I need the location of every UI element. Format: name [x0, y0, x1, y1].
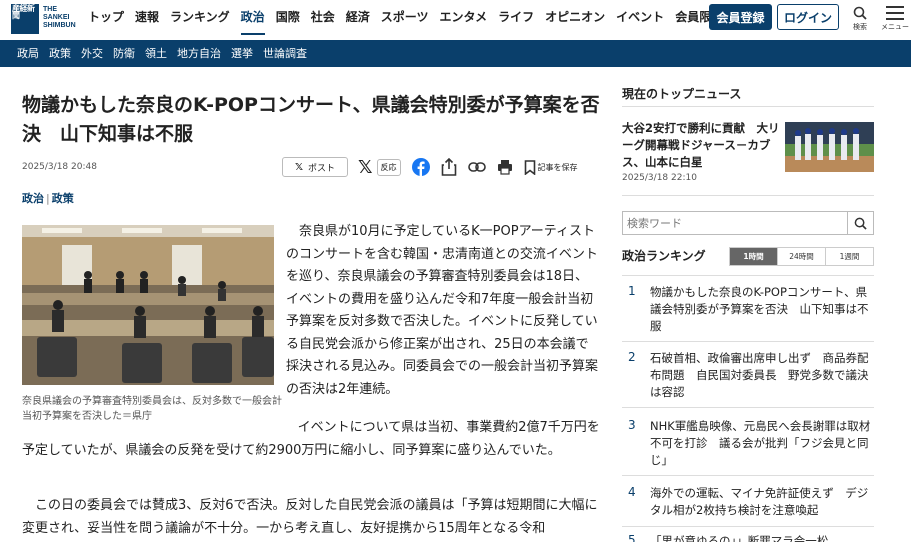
menu-label: メニュー: [881, 23, 909, 31]
subnav-item[interactable]: 世論調査: [263, 45, 307, 61]
rank-number: 2: [628, 350, 636, 364]
article-date: 2025/3/18 20:48: [22, 162, 97, 172]
site-logo[interactable]: 産経新聞 THE SANKEI SHIMBUN: [11, 4, 76, 34]
rank-title: 「男が意ゆるの」」断罪マラ会一松: [650, 534, 829, 542]
logo-kanji: 産経新聞: [11, 4, 39, 34]
nav-item-opinion[interactable]: オピニオン: [545, 8, 605, 35]
print-button[interactable]: [497, 159, 513, 175]
site-search: [622, 211, 874, 235]
save-article-button[interactable]: 記事を保存: [524, 159, 578, 175]
divider: [622, 407, 874, 408]
subnav-item[interactable]: 外交: [81, 45, 103, 61]
logo-text: THE SANKEI SHIMBUN: [43, 6, 76, 29]
divider: [622, 526, 874, 527]
divider: [622, 475, 874, 476]
article-tags: 政治 | 政策: [22, 190, 74, 206]
share-bar: 𝕏 ポスト 𝕏 反応 記事を保存: [282, 156, 578, 178]
copy-link-button[interactable]: [467, 161, 486, 173]
nav-item-events[interactable]: イベント: [616, 8, 664, 35]
tab-24-hours[interactable]: 24時間: [778, 248, 826, 265]
share-icon: [441, 158, 456, 176]
nav-item-breaking[interactable]: 速報: [135, 8, 159, 35]
rank-number: 1: [628, 284, 636, 298]
site-header: 産経新聞 THE SANKEI SHIMBUN トップ 速報 ランキング 政治 …: [0, 0, 911, 40]
save-label: 記事を保存: [537, 162, 578, 172]
rank-title: 石破首相、政倫審出席申し出ず 商品券配布問題 自民国対委員長 野党多数で議決は容…: [650, 351, 869, 399]
nav-item-international[interactable]: 国際: [276, 8, 300, 35]
header-menu-button[interactable]: メニュー: [880, 6, 910, 32]
nav-item-sports[interactable]: スポーツ: [381, 8, 429, 35]
divider: [622, 275, 874, 276]
divider: [622, 106, 874, 107]
nav-item-entertainment[interactable]: エンタメ: [440, 8, 488, 35]
subnav-item[interactable]: 政局: [17, 45, 39, 61]
tag-politics[interactable]: 政治: [22, 192, 44, 205]
tab-1-week[interactable]: 1週間: [826, 248, 873, 265]
article-paragraph: この日の委員会では賛成3、反対6で否決。反対した自民党会派の議員は「予算は短期間…: [22, 498, 598, 536]
subnav-item[interactable]: 地方自治: [177, 45, 221, 61]
article-photo: [22, 225, 274, 385]
search-icon: [854, 217, 867, 230]
x-icon: 𝕏: [294, 161, 304, 173]
header-search-button[interactable]: 検索: [845, 6, 875, 32]
article-paragraph: 奈良県が10月に予定しているK一POPアーティストのコンサートを含む韓国・忠清南…: [286, 224, 599, 397]
top-news-date: 2025/3/18 22:10: [622, 173, 697, 183]
divider: [622, 341, 874, 342]
search-input[interactable]: [623, 212, 849, 234]
subnav-item[interactable]: 選挙: [231, 45, 253, 61]
x-reactions-icon[interactable]: 𝕏: [358, 157, 373, 178]
top-news-thumbnail[interactable]: [785, 122, 874, 172]
article-title: 物議かもした奈良のK-POPコンサート、県議会特別委が予算案を否決 山下知事は不…: [22, 94, 600, 145]
rank-title: 海外での運転、マイナ免許証使えず デジタル相が2枚持ち検討を注意喚起: [650, 486, 869, 517]
facebook-icon: [411, 158, 430, 176]
search-label: 検索: [853, 23, 867, 31]
top-news-link[interactable]: 大谷2安打で勝利に貢献 大リーグ開幕戦ドジャース－カブス、山本に白星: [622, 120, 782, 171]
search-icon: [853, 6, 867, 20]
facebook-share-button[interactable]: [411, 158, 430, 176]
subnav-item[interactable]: 防衛: [113, 45, 135, 61]
baseball-players-image: [785, 122, 874, 172]
print-icon: [497, 160, 512, 175]
nav-item-top[interactable]: トップ: [88, 8, 124, 35]
tab-1-hour[interactable]: 1時間: [730, 248, 778, 265]
tag-separator: |: [46, 192, 50, 205]
nav-item-economy[interactable]: 経済: [346, 8, 370, 35]
divider: [622, 195, 874, 196]
share-button[interactable]: [441, 158, 457, 176]
subnav-item[interactable]: 政策: [49, 45, 71, 61]
search-submit-button[interactable]: [847, 212, 873, 234]
article-paragraph: イベントについて県は当初、事業費約2億7千万円を予定していたが、県議会の反発を受…: [22, 420, 600, 458]
login-button[interactable]: ログイン: [777, 4, 839, 30]
bookmark-icon: [524, 159, 535, 175]
hamburger-icon: [886, 6, 904, 20]
nav-item-politics[interactable]: 政治: [240, 8, 265, 35]
reactions-label[interactable]: 反応: [376, 158, 401, 176]
nav-item-society[interactable]: 社会: [311, 8, 335, 35]
x-post-button[interactable]: 𝕏 ポスト: [282, 157, 348, 177]
subnav-item[interactable]: 領土: [145, 45, 167, 61]
main-nav: トップ 速報 ランキング 政治 国際 社会 経済 スポーツ エンタメ ライフ オ…: [88, 8, 758, 35]
rank-number: 4: [628, 485, 636, 499]
ranking-heading: 政治ランキング: [622, 249, 706, 263]
rank-number: 5: [628, 533, 636, 542]
rank-number: 3: [628, 418, 636, 432]
sub-nav: 政局 政策 外交 防衛 領土 地方自治 選挙 世論調査: [0, 40, 911, 67]
rank-title: 物議かもした奈良のK-POPコンサート、県議会特別委が予算案を否決 山下知事は不…: [650, 285, 869, 333]
top-news-heading: 現在のトップニュース: [622, 87, 742, 101]
tag-policy[interactable]: 政策: [52, 192, 74, 205]
link-icon: [467, 162, 486, 172]
post-label: ポスト: [308, 163, 336, 174]
register-button[interactable]: 会員登録: [709, 4, 772, 30]
nav-item-life[interactable]: ライフ: [498, 8, 534, 35]
committee-room-image: [22, 225, 274, 385]
ranking-tabs: 1時間 24時間 1週間: [729, 247, 874, 266]
rank-title: NHK軍艦島映像、元島民へ会長謝罪は取材不可を打診 議る会が批判「フジ会見と同じ…: [650, 419, 871, 467]
nav-item-ranking[interactable]: ランキング: [170, 8, 230, 35]
